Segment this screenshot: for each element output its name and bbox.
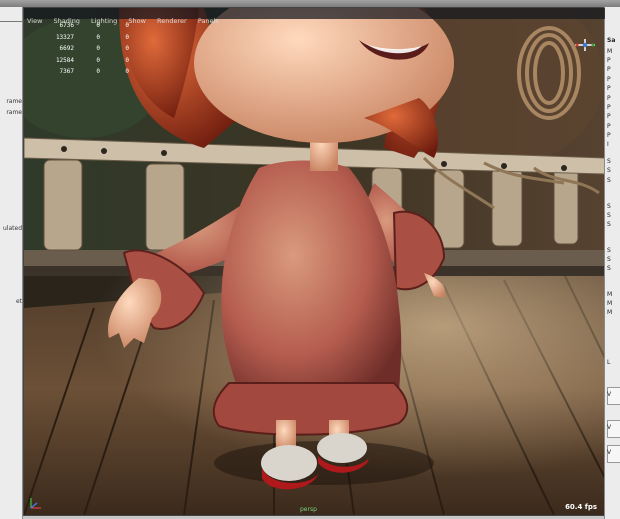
left-panel-item[interactable]: rame: [0, 109, 22, 116]
attr-item[interactable]: S: [607, 247, 620, 254]
attr-item[interactable]: S: [607, 167, 620, 174]
attr-item[interactable]: S: [607, 265, 620, 272]
menu-view[interactable]: View: [24, 15, 45, 25]
attr-item[interactable]: P: [607, 66, 620, 73]
hud-value: 0: [96, 45, 100, 52]
view-navigation-icon[interactable]: [573, 38, 597, 52]
hud-value: 0: [96, 22, 100, 29]
menu-renderer[interactable]: Renderer: [154, 15, 190, 25]
attr-header: Sa: [607, 37, 616, 44]
attr-item[interactable]: V: [607, 391, 620, 398]
hud-value: 0: [125, 56, 129, 64]
attr-item[interactable]: L: [607, 359, 620, 366]
attr-item[interactable]: P: [607, 132, 620, 139]
hud-value: 0: [96, 56, 100, 64]
attr-item[interactable]: M: [607, 300, 620, 307]
attr-item[interactable]: S: [607, 203, 620, 210]
fps-readout: 60.4 fps: [565, 503, 597, 511]
left-panel-item[interactable]: rame: [0, 98, 22, 105]
hud-value: 0: [96, 68, 100, 75]
menu-panels[interactable]: Panels: [195, 15, 222, 25]
attr-item[interactable]: P: [607, 113, 620, 120]
perspective-viewport[interactable]: View Shading Lighting Show Renderer Pane…: [23, 7, 606, 516]
left-panel-item[interactable]: et: [0, 298, 22, 305]
panel-divider: [0, 21, 22, 22]
attr-item[interactable]: P: [607, 95, 620, 102]
hud-value: 0: [125, 68, 129, 75]
hud-value: 12584: [55, 56, 74, 64]
attr-item[interactable]: V: [607, 449, 620, 456]
camera-name-label: persp: [300, 506, 317, 513]
viewport-menu-bar: View Shading Lighting Show Renderer Pane…: [24, 8, 605, 25]
attr-item[interactable]: P: [607, 123, 620, 130]
attr-item[interactable]: P: [607, 104, 620, 111]
attr-item[interactable]: P: [607, 57, 620, 64]
right-attribute-panel: Sa M P P P P P P P P P I S S S S S S S S…: [604, 7, 620, 519]
attr-item[interactable]: I: [607, 141, 620, 148]
hud-row: 7367 0 0: [52, 66, 129, 78]
xyz-axis-icon: [30, 498, 41, 509]
hud-value: 0: [125, 33, 129, 41]
attr-item[interactable]: V: [607, 424, 620, 431]
rendered-scene: [24, 8, 605, 515]
hud-row: 6692 0 0: [52, 43, 129, 55]
hud-row: 13327 0 0: [52, 32, 129, 44]
hud-row: 6736 0 0: [52, 20, 129, 32]
hud-value: 6692: [59, 45, 74, 52]
hud-value: 7367: [59, 68, 74, 75]
attr-item[interactable]: P: [607, 85, 620, 92]
attr-item[interactable]: S: [607, 177, 620, 184]
hud-value: 0: [125, 45, 129, 52]
attr-item[interactable]: P: [607, 76, 620, 83]
attr-item[interactable]: M: [607, 291, 620, 298]
attr-item[interactable]: S: [607, 221, 620, 228]
left-panel-item[interactable]: ulated: [0, 225, 22, 232]
attr-item[interactable]: S: [607, 212, 620, 219]
attr-item[interactable]: S: [607, 158, 620, 165]
left-outliner-panel: rame rame ulated et: [0, 7, 23, 519]
attr-item[interactable]: M: [607, 309, 620, 316]
hud-value: 6736: [59, 22, 74, 29]
poly-count-hud: 6736 0 0 13327 0 0 6692 0 0 12584 0 0 7367 0 0: [52, 20, 129, 78]
hud-value: 0: [96, 33, 100, 41]
hud-value: 0: [125, 22, 129, 29]
hud-row: 12584 0 0: [52, 55, 129, 67]
hud-value: 13327: [55, 33, 74, 41]
attr-item[interactable]: M: [607, 48, 620, 55]
attr-item[interactable]: S: [607, 256, 620, 263]
